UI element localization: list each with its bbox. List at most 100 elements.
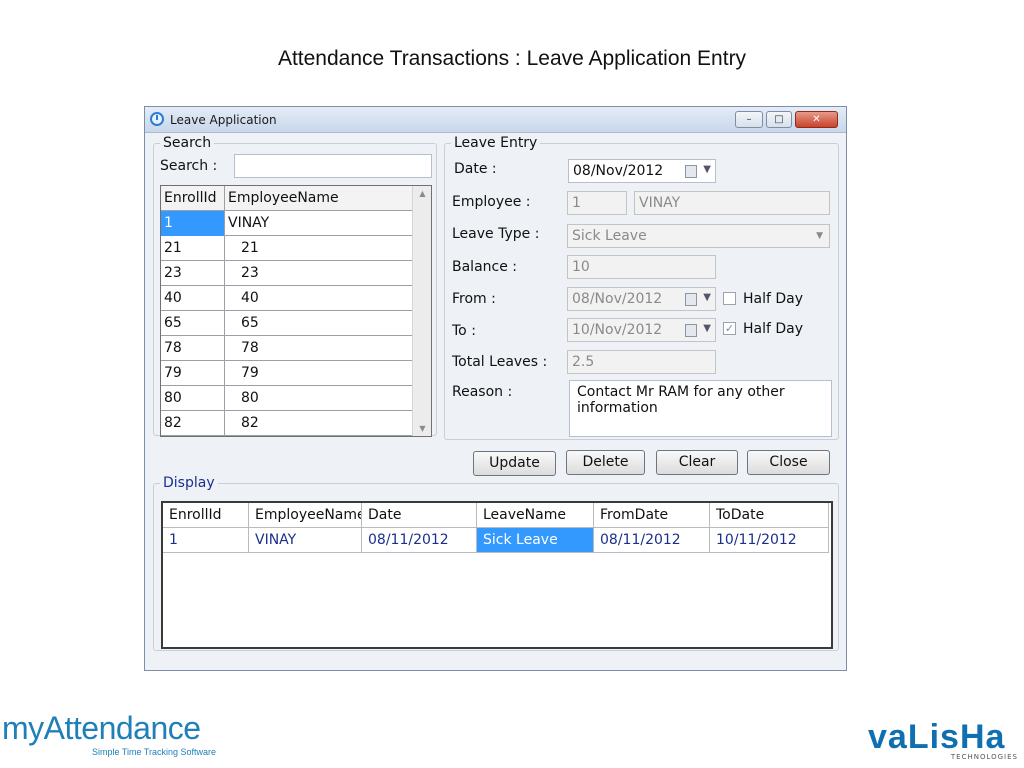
clear-button[interactable]: Clear [656,450,738,475]
employeename-cell[interactable]: VINAY [225,211,412,236]
leave-entry-group: Leave Entry Date : 08/Nov/2012 ▼ Employe… [444,135,839,440]
enrollid-cell[interactable]: 21 [161,236,225,261]
employee-grid-row[interactable]: 65 65 [161,311,412,336]
enrollid-cell[interactable]: 65 [161,311,225,336]
window-title: Leave Application [170,113,277,127]
total-leaves-field: 2.5 [567,350,716,374]
myattendance-logo: myAttendance Simple Time Tracking Softwa… [0,710,250,760]
display-group: Display EnrollId EmployeeName Date LeaveNam… [153,475,839,651]
leave-type-value: Sick Leave [572,228,647,244]
to-half-day-checkbox[interactable]: ✓ [723,322,736,335]
employee-grid-row[interactable]: 21 21 [161,236,412,261]
display-header-todate[interactable]: ToDate [710,503,829,528]
to-date-picker[interactable]: 10/Nov/2012 ▼ [567,318,716,342]
reason-label: Reason : [452,384,513,400]
employeename-cell[interactable]: 40 [225,286,412,311]
valisha-logo-sub: TECHNOLOGIES [950,753,1018,761]
display-header-leavename[interactable]: LeaveName [477,503,594,528]
myattendance-tagline: Simple Time Tracking Software [92,747,217,757]
search-group-label: Search [160,135,215,151]
calendar-dropdown-icon[interactable]: ▼ [685,164,711,178]
employee-grid-row[interactable]: 80 80 [161,386,412,411]
search-group: Search Search : EnrollId EmployeeName 1V… [153,135,437,437]
column-header-enrollid[interactable]: EnrollId [161,186,225,211]
myattendance-logo-word: myAttendance [2,710,201,746]
update-button[interactable]: Update [473,451,556,476]
display-cell-date[interactable]: 08/11/2012 [362,528,477,553]
employeename-cell[interactable]: 78 [225,336,412,361]
date-value: 08/Nov/2012 [573,163,664,179]
display-group-label: Display [160,475,218,491]
chevron-down-icon[interactable]: ▼ [816,231,823,241]
employee-grid-row[interactable]: 82 82 [161,411,412,436]
enrollid-cell[interactable]: 1 [161,211,225,236]
enrollid-cell[interactable]: 80 [161,386,225,411]
to-date-value: 10/Nov/2012 [572,322,663,338]
reason-textarea[interactable]: Contact Mr RAM for any other information [569,380,832,437]
leave-records-grid: EnrollId EmployeeName Date LeaveName FromDat… [161,501,833,649]
display-cell-enrollid[interactable]: 1 [163,528,249,553]
display-cell-todate[interactable]: 10/11/2012 [710,528,829,553]
from-date-picker[interactable]: 08/Nov/2012 ▼ [567,287,716,311]
enrollid-cell[interactable]: 82 [161,411,225,436]
from-label: From : [452,291,496,307]
scroll-down-icon[interactable]: ▼ [413,424,432,433]
to-label: To : [452,323,476,339]
employee-id-field: 1 [567,191,627,215]
balance-field: 10 [567,255,716,279]
calendar-dropdown-icon[interactable]: ▼ [685,292,711,306]
employee-name-field: VINAY [634,191,830,215]
employee-grid: EnrollId EmployeeName 1 VINAY 21 21 23 23 40 40… [160,185,432,437]
employee-grid-row[interactable]: 78 78 [161,336,412,361]
employeename-cell[interactable]: 79 [225,361,412,386]
employee-grid-row[interactable]: 79 79 [161,361,412,386]
column-header-employeename[interactable]: EmployeeName [225,186,412,211]
employee-grid-row[interactable]: 1 VINAY [161,211,412,236]
from-half-day-label: Half Day [743,291,804,307]
delete-button[interactable]: Delete [566,450,645,475]
clock-icon [150,112,164,126]
display-cell-fromdate[interactable]: 08/11/2012 [594,528,710,553]
enrollid-cell[interactable]: 79 [161,361,225,386]
employeename-cell[interactable]: 21 [225,236,412,261]
from-half-day-checkbox[interactable] [723,292,736,305]
maximize-button[interactable]: □ [766,111,792,128]
search-label: Search : [160,158,218,174]
enrollid-cell[interactable]: 40 [161,286,225,311]
display-header-fromdate[interactable]: FromDate [594,503,710,528]
employee-grid-row[interactable]: 40 40 [161,286,412,311]
close-button[interactable]: Close [747,450,830,475]
employeename-cell[interactable]: 23 [225,261,412,286]
title-bar[interactable]: Leave Application – □ ✕ [145,107,846,133]
display-header-enrollid[interactable]: EnrollId [163,503,249,528]
close-window-button[interactable]: ✕ [795,111,838,128]
employeename-cell[interactable]: 80 [225,386,412,411]
leave-type-label: Leave Type : [452,226,540,242]
employeename-cell[interactable]: 82 [225,411,412,436]
leave-application-window: Leave Application – □ ✕ Search Search : … [144,106,847,671]
enrollid-cell[interactable]: 78 [161,336,225,361]
grid-scrollbar[interactable]: ▲ ▼ [412,186,431,436]
scroll-up-icon[interactable]: ▲ [413,189,432,198]
leave-type-select[interactable]: Sick Leave ▼ [567,224,830,248]
balance-label: Balance : [452,259,518,275]
valisha-logo: vaLisHa TECHNOLOGIES [868,718,1024,766]
display-header-date[interactable]: Date [362,503,477,528]
display-header-employeename[interactable]: EmployeeName [249,503,362,528]
from-date-value: 08/Nov/2012 [572,291,663,307]
employee-label: Employee : [452,194,531,210]
display-cell-leavename[interactable]: Sick Leave [477,528,594,553]
valisha-logo-word: vaLisHa [868,718,1006,756]
calendar-dropdown-icon[interactable]: ▼ [685,323,711,337]
enrollid-cell[interactable]: 23 [161,261,225,286]
to-half-day-label: Half Day [743,321,804,337]
display-cell-employeename[interactable]: VINAY [249,528,362,553]
minimize-button[interactable]: – [735,111,763,128]
date-picker[interactable]: 08/Nov/2012 ▼ [568,159,716,183]
employee-grid-row[interactable]: 23 23 [161,261,412,286]
total-leaves-label: Total Leaves : [452,354,548,370]
employee-grid-header: EnrollId EmployeeName [161,186,412,211]
employeename-cell[interactable]: 65 [225,311,412,336]
slide-title: Attendance Transactions : Leave Applicat… [277,47,747,70]
search-input[interactable] [234,154,432,178]
